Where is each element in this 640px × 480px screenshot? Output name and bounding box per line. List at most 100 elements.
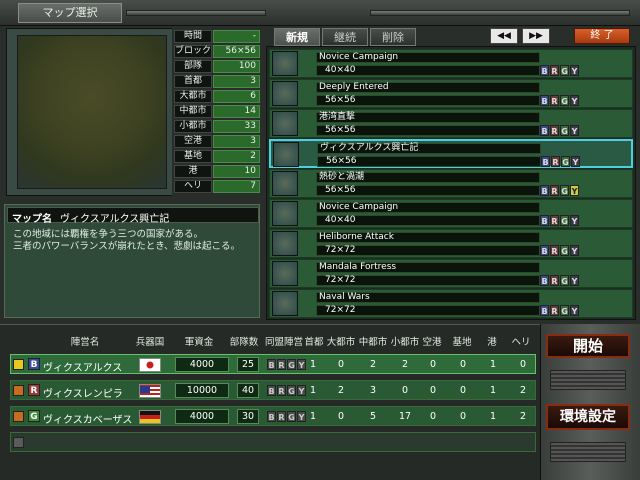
- player-checkbox[interactable]: [13, 437, 24, 448]
- map-thumbnail: [272, 291, 298, 316]
- faction-badge: R: [550, 125, 559, 136]
- alliance-badge[interactable]: G: [287, 385, 296, 396]
- decor-pipe: [370, 10, 630, 16]
- alliance-badge[interactable]: R: [277, 411, 286, 422]
- map-description: この地域には覇権を争う三つの国家がある。 三者のパワーバランスが崩れたとき、悲劇…: [13, 229, 257, 253]
- alliance-badge[interactable]: R: [277, 359, 286, 370]
- faction-badges: BRGY: [540, 65, 579, 76]
- prev-page-button[interactable]: ◀◀: [490, 28, 518, 44]
- map-list-item[interactable]: Naval Wars 72×72 BRGY: [269, 289, 633, 318]
- japan-flag-icon[interactable]: [139, 358, 161, 372]
- map-name-bar: マップ名 ヴィクスアルクス興亡記: [7, 207, 259, 225]
- tab-continue[interactable]: 継続: [322, 28, 368, 46]
- map-list-item[interactable]: 熱砂と渦潮 56×56 BRGY: [269, 169, 633, 198]
- capital-count: 1: [309, 385, 317, 396]
- next-page-button[interactable]: ▶▶: [522, 28, 550, 44]
- stat-label: 中都市: [174, 105, 212, 118]
- settings-button[interactable]: 環境設定: [546, 404, 630, 430]
- funds-field[interactable]: 4000: [175, 357, 229, 372]
- faction-badge: B: [540, 125, 549, 136]
- alliance-badge[interactable]: B: [267, 385, 276, 396]
- faction-badges: BRGY: [540, 275, 579, 286]
- map-item-size: 56×56: [316, 95, 540, 106]
- faction-badge: Y: [570, 305, 579, 316]
- faction-badges: BRGY: [540, 245, 579, 256]
- faction-badge: Y: [570, 215, 579, 226]
- alliance-badge[interactable]: G: [287, 359, 296, 370]
- faction-badge: R: [550, 305, 559, 316]
- funds-field[interactable]: 4000: [175, 409, 229, 424]
- map-list-item[interactable]: Mandala Fortress 72×72 BRGY: [269, 259, 633, 288]
- map-thumbnail: [272, 231, 298, 256]
- map-item-name: Deeply Entered: [316, 82, 540, 93]
- map-preview-frame: [6, 28, 176, 196]
- alliance-badge[interactable]: G: [287, 411, 296, 422]
- stat-label: 時間: [174, 30, 212, 43]
- player-row[interactable]: B ヴィクスアルクス 4000 25 BRGY 1 0 2 2 0 0 1 0: [10, 354, 536, 374]
- alliance-selector[interactable]: BRGY: [267, 359, 306, 370]
- germany-flag-icon[interactable]: [139, 410, 161, 424]
- player-table-header: 陣営名 兵器国 軍資金 部隊数 同盟陣営 首都 大都市 中都市 小都市 空港 基…: [10, 334, 540, 348]
- alliance-selector[interactable]: BRGY: [267, 411, 306, 422]
- faction-badge: R: [550, 275, 559, 286]
- faction-badge: G: [560, 185, 569, 196]
- map-list-item[interactable]: Novice Campaign 40×40 BRGY: [269, 199, 633, 228]
- funds-field[interactable]: 10000: [175, 383, 229, 398]
- map-thumbnail: [272, 261, 298, 286]
- player-row-empty[interactable]: [10, 432, 536, 452]
- stat-label: 大都市: [174, 90, 212, 103]
- map-list-item[interactable]: 港湾直撃 56×56 BRGY: [269, 109, 633, 138]
- faction-badge: G: [560, 65, 569, 76]
- alliance-badge[interactable]: B: [267, 359, 276, 370]
- faction-badge: R: [551, 156, 560, 167]
- exit-button[interactable]: 終 了: [574, 28, 630, 44]
- col-header: 首都: [304, 337, 324, 348]
- stat-value: 100: [213, 60, 260, 73]
- stat-label: 首都: [174, 75, 212, 88]
- alliance-selector[interactable]: BRGY: [267, 385, 306, 396]
- units-field[interactable]: 40: [237, 383, 259, 398]
- map-list-item[interactable]: Heliborne Attack 72×72 BRGY: [269, 229, 633, 258]
- map-list-item[interactable]: Novice Campaign 40×40 BRGY: [269, 49, 633, 78]
- tab-delete[interactable]: 削除: [370, 28, 416, 46]
- player-checkbox[interactable]: [13, 385, 24, 396]
- large-city-count: 0: [337, 359, 345, 370]
- map-item-name: Mandala Fortress: [316, 262, 540, 273]
- stat-row-capital: 首都 3: [174, 75, 260, 89]
- player-row[interactable]: G ヴィクスカベーザス 4000 30 BRGY 1 0 5 17 0 0 1 …: [10, 406, 536, 426]
- player-checkbox[interactable]: [13, 411, 24, 422]
- start-button[interactable]: 開始: [546, 334, 630, 358]
- faction-badges: BRGY: [540, 125, 579, 136]
- map-name: ヴィクスアルクス興亡記: [60, 214, 170, 225]
- map-item-size: 72×72: [316, 275, 540, 286]
- units-field[interactable]: 25: [237, 357, 259, 372]
- map-item-name: ヴィクスアルクス興亡記: [317, 143, 541, 154]
- airport-count: 0: [429, 385, 437, 396]
- port-count: 1: [489, 359, 497, 370]
- units-field[interactable]: 30: [237, 409, 259, 424]
- map-list-item[interactable]: Deeply Entered 56×56 BRGY: [269, 79, 633, 108]
- faction-badge: B: [540, 305, 549, 316]
- alliance-badge[interactable]: B: [267, 411, 276, 422]
- faction-badge: B: [540, 275, 549, 286]
- player-checkbox[interactable]: [13, 359, 24, 370]
- stat-label: 空港: [174, 135, 212, 148]
- faction-badge: Y: [570, 65, 579, 76]
- alliance-badge[interactable]: R: [277, 385, 286, 396]
- port-count: 1: [489, 385, 497, 396]
- usa-flag-icon[interactable]: [139, 384, 161, 398]
- tab-new[interactable]: 新規: [274, 28, 320, 46]
- stat-label: 港: [174, 165, 212, 178]
- map-item-size: 40×40: [316, 215, 540, 226]
- faction-badge: B: [540, 95, 549, 106]
- decor-pipe: [126, 10, 266, 16]
- col-header: 兵器国: [135, 337, 165, 348]
- player-row[interactable]: R ヴィクスレンピラ 10000 40 BRGY 1 2 3 0 0 0 1 2: [10, 380, 536, 400]
- player-letter: B: [28, 358, 40, 370]
- stat-row-airport: 空港 3: [174, 135, 260, 149]
- map-list-item-selected[interactable]: ヴィクスアルクス興亡記 56×56 BRGY: [269, 139, 633, 168]
- faction-badge: Y: [571, 156, 580, 167]
- stat-value: 3: [213, 75, 260, 88]
- faction-badge: R: [550, 245, 559, 256]
- airport-count: 0: [429, 411, 437, 422]
